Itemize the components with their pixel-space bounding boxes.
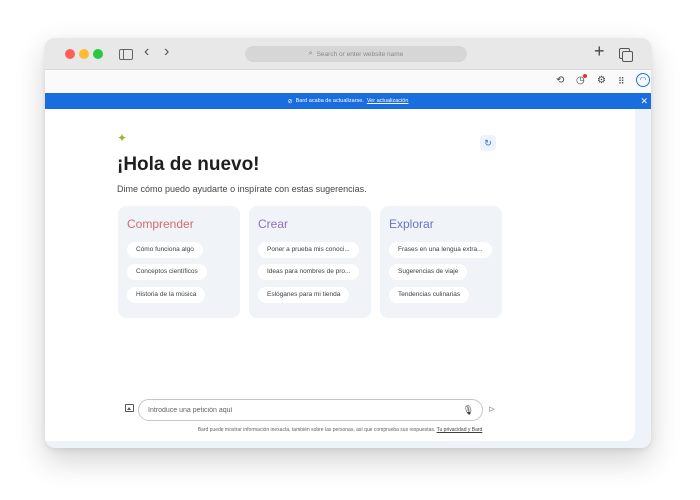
disclaimer-text: Bard puede mostrar información inexacta,… <box>197 427 436 433</box>
update-banner: ⊘ Bard acaba de actualizarse. Ver actual… <box>45 93 651 109</box>
suggestion-chip[interactable]: Historia de la música <box>127 287 206 303</box>
card-comprender: Comprender Cómo funciona algo Conceptos … <box>118 206 240 318</box>
history-icon[interactable]: ⟲ <box>556 75 564 87</box>
suggestion-chip[interactable]: Sugerencias de viaje <box>389 264 468 280</box>
gear-icon[interactable]: ⚙ <box>597 75 606 87</box>
prompt-input[interactable] <box>148 404 448 417</box>
info-icon: ⊘ <box>287 98 293 105</box>
suggestion-chip[interactable]: Ideas para nombres de pro... <box>258 264 360 280</box>
bard-sparkle-icon: ✦ <box>117 131 128 145</box>
card-crear: Crear Poner a prueba mis conoci... Ideas… <box>249 206 371 318</box>
sidebar-toggle-icon[interactable] <box>119 49 133 60</box>
page-subtitle: Dime cómo puedo ayudarte o inspírate con… <box>117 184 367 194</box>
apps-grid-icon[interactable]: ⠿ <box>618 75 625 87</box>
card-title: Comprender <box>127 217 194 231</box>
minimize-window-button[interactable] <box>79 49 89 59</box>
image-upload-icon[interactable] <box>125 404 134 412</box>
close-icon[interactable]: ✕ <box>640 96 648 106</box>
prompt-box[interactable]: 🎙 <box>138 399 483 421</box>
suggestion-chip[interactable]: Poner a prueba mis conoci... <box>258 242 359 258</box>
card-title: Crear <box>258 217 289 231</box>
card-explorar: Explorar Frases en una lengua extra... S… <box>380 206 502 318</box>
banner-link[interactable]: Ver actualización <box>367 98 409 104</box>
new-tab-icon[interactable]: + <box>594 42 605 60</box>
forward-arrow-icon[interactable]: › <box>164 44 169 60</box>
search-icon: ⌕ <box>308 50 313 57</box>
suggestion-chip[interactable]: Tendencias culinarias <box>389 287 470 303</box>
suggestion-chip[interactable]: Eslóganes para mi tienda <box>258 287 350 303</box>
screenshot-stage: ‹ › ⌕ Search or enter website name + ⟲ ◷… <box>0 0 700 500</box>
card-title: Explorar <box>389 217 434 231</box>
suggestion-chip[interactable]: Conceptos científicos <box>127 264 207 280</box>
browser-window: ‹ › ⌕ Search or enter website name + ⟲ ◷… <box>45 38 651 448</box>
privacy-link[interactable]: Tu privacidad y Bard <box>437 427 483 433</box>
maximize-window-button[interactable] <box>93 49 103 59</box>
refresh-icon[interactable]: ↻ <box>480 135 496 151</box>
bard-main: ✦ ↻ ¡Hola de nuevo! Dime cómo puedo ayud… <box>45 109 635 441</box>
back-arrow-icon[interactable]: ‹ <box>144 44 149 60</box>
disclaimer-footer: Bard puede mostrar información inexacta,… <box>45 427 635 433</box>
banner-text: Bard acaba de actualizarse. <box>295 98 364 104</box>
avatar-icon[interactable]: ◠ <box>636 73 650 87</box>
timer-icon[interactable]: ◷ <box>576 74 587 87</box>
suggestion-chip[interactable]: Cómo funciona algo <box>127 242 203 258</box>
send-icon[interactable]: ⊳ <box>488 404 496 414</box>
address-placeholder: Search or enter website name <box>316 50 404 58</box>
title-bar: ‹ › ⌕ Search or enter website name + <box>45 38 651 70</box>
microphone-icon[interactable]: 🎙 <box>463 404 474 416</box>
suggestion-chip[interactable]: Frases en una lengua extra... <box>389 242 492 258</box>
browser-toolbar: ⟲ ◷ ⚙ ⠿ ◠ <box>45 70 651 93</box>
notification-dot <box>582 74 587 78</box>
address-bar[interactable]: ⌕ Search or enter website name <box>245 46 467 62</box>
close-window-button[interactable] <box>65 49 75 59</box>
tab-overview-icon[interactable] <box>619 48 633 62</box>
page-title: ¡Hola de nuevo! <box>117 154 260 175</box>
